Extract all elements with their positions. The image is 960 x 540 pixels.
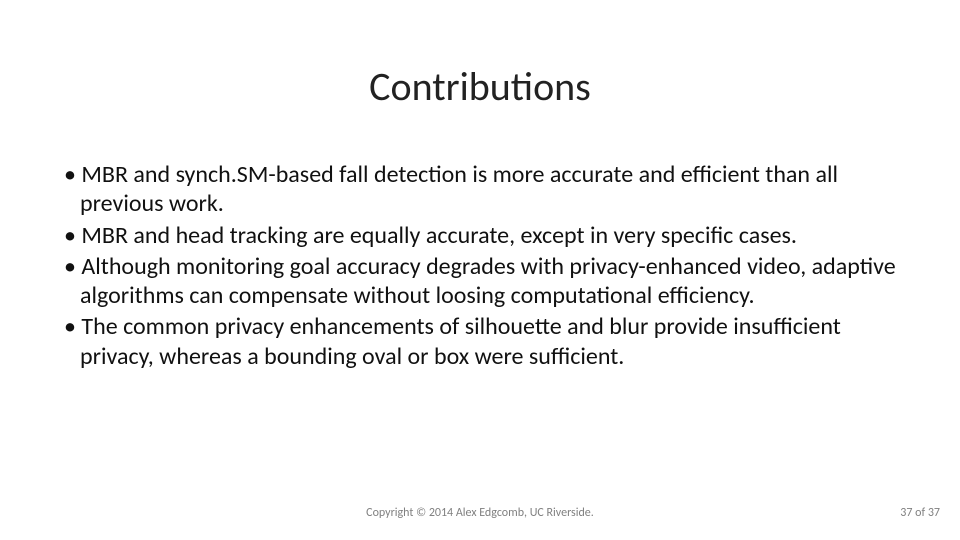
slide-title: Contributions bbox=[0, 62, 960, 111]
slide: Contributions MBR and synch.SM-based fal… bbox=[0, 0, 960, 540]
list-item: MBR and synch.SM-based fall detection is… bbox=[62, 160, 898, 219]
slide-body: MBR and synch.SM-based fall detection is… bbox=[62, 160, 898, 373]
list-item: Although monitoring goal accuracy degrad… bbox=[62, 252, 898, 311]
bullet-list: MBR and synch.SM-based fall detection is… bbox=[62, 160, 898, 371]
list-item: The common privacy enhancements of silho… bbox=[62, 312, 898, 371]
footer-page-number: 37 of 37 bbox=[900, 506, 940, 520]
footer-copyright: Copyright © 2014 Alex Edgcomb, UC Rivers… bbox=[0, 506, 960, 520]
list-item: MBR and head tracking are equally accura… bbox=[62, 221, 898, 250]
